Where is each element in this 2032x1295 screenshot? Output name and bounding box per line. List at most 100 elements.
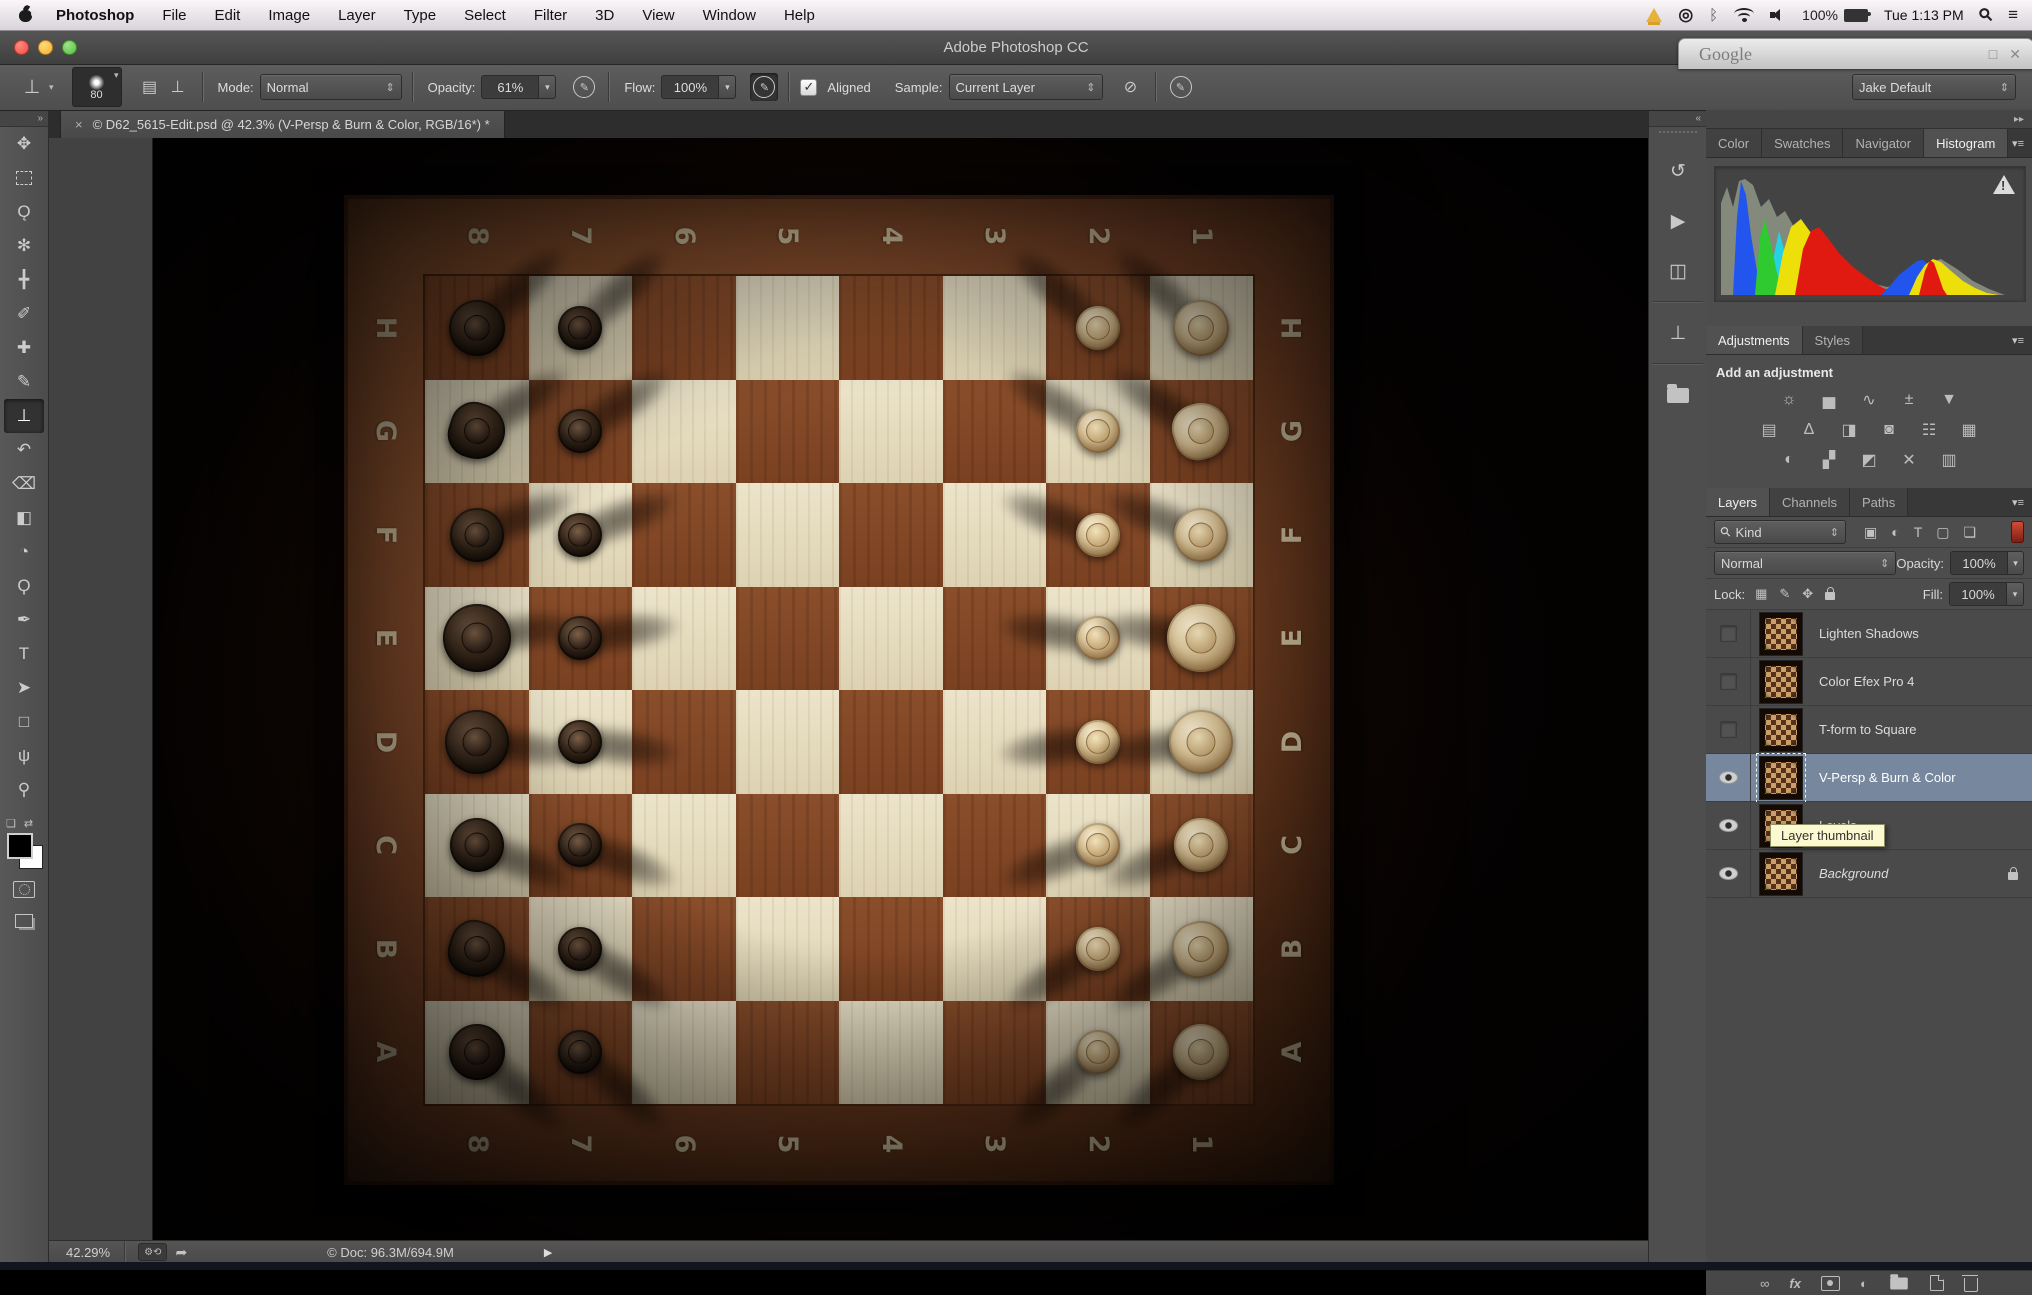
lock-all-icon[interactable] xyxy=(1825,587,1836,600)
path-selection-tool[interactable]: ➤ xyxy=(4,671,44,705)
hue-saturation-icon[interactable]: ▤ xyxy=(1754,418,1784,442)
clone-source-panel-icon[interactable]: ⊥ xyxy=(1658,313,1698,353)
menu-item-help[interactable]: Help xyxy=(770,0,829,30)
foreground-color-swatch[interactable] xyxy=(7,833,33,859)
layer-thumbnail[interactable] xyxy=(1759,611,1803,656)
quick-mask-button[interactable] xyxy=(4,874,44,904)
layer-row-t-form-to-square[interactable]: T-form to Square xyxy=(1706,706,2032,754)
shape-tool[interactable]: □ xyxy=(4,705,44,739)
tab-paths[interactable]: Paths xyxy=(1849,488,1909,516)
zoom-level-field[interactable]: 42.29% xyxy=(48,1245,124,1260)
history-brush-tool[interactable]: ↶ xyxy=(4,433,44,467)
color-lookup-icon[interactable]: ▦ xyxy=(1954,418,1984,442)
exposure-icon[interactable]: ± xyxy=(1894,388,1924,412)
flow-field[interactable]: 100% xyxy=(661,75,720,99)
menu-item-edit[interactable]: Edit xyxy=(201,0,255,30)
close-document-icon[interactable]: × xyxy=(75,117,83,132)
invert-icon[interactable]: ◐ xyxy=(1774,448,1804,472)
channel-mixer-icon[interactable]: ☷ xyxy=(1914,418,1944,442)
layer-visibility-toggle[interactable] xyxy=(1706,754,1751,801)
layer-visibility-toggle[interactable] xyxy=(1706,610,1751,657)
black-white-icon[interactable]: ◨ xyxy=(1834,418,1864,442)
notification-center-icon[interactable]: ≡ xyxy=(2008,5,2018,25)
layer-thumbnail[interactable] xyxy=(1756,752,1806,803)
gradient-map-icon[interactable]: ▥ xyxy=(1934,448,1964,472)
brightness-contrast-icon[interactable]: ☼ xyxy=(1774,388,1804,412)
delete-layer-icon[interactable] xyxy=(1961,1274,1978,1292)
brush-tool[interactable]: ✎ xyxy=(4,365,44,399)
creative-cloud-icon[interactable]: ◎ xyxy=(1678,5,1693,25)
minimize-window-button[interactable] xyxy=(38,39,53,55)
volume-icon[interactable] xyxy=(1770,5,1786,25)
tab-swatches[interactable]: Swatches xyxy=(1762,129,1844,157)
quick-selection-tool[interactable]: ✻ xyxy=(4,229,44,263)
expand-panels-chevrons[interactable]: « xyxy=(1649,110,1707,127)
panel-menu-icon[interactable]: ▾≡ xyxy=(2012,326,2032,354)
layer-row-background[interactable]: Background xyxy=(1706,850,2032,898)
menubar-clock[interactable]: Tue 1:13 PM xyxy=(1884,7,1964,23)
tab-layers[interactable]: Layers xyxy=(1706,488,1771,516)
filter-adjustment-layers-icon[interactable]: ◐ xyxy=(1891,524,1899,540)
layer-row-color-efex-pro-4[interactable]: Color Efex Pro 4 xyxy=(1706,658,2032,706)
pressure-size-icon[interactable]: ✎ xyxy=(1167,73,1195,101)
menu-item-3d[interactable]: 3D xyxy=(581,0,628,30)
lasso-tool[interactable]: Ǫ xyxy=(4,195,44,229)
actions-panel-icon[interactable]: ▶ xyxy=(1658,201,1698,241)
tab-color[interactable]: Color xyxy=(1706,129,1763,157)
status-options-button[interactable]: ⚙⟲ xyxy=(138,1243,168,1261)
selective-color-icon[interactable]: ✕ xyxy=(1894,448,1924,472)
photo-filter-icon[interactable]: ◙ xyxy=(1874,418,1904,442)
move-tool[interactable]: ✥ xyxy=(4,127,44,161)
add-layer-mask-icon[interactable] xyxy=(1820,1275,1840,1291)
tab-adjustments[interactable]: Adjustments xyxy=(1706,326,1803,354)
menu-item-filter[interactable]: Filter xyxy=(520,0,581,30)
panel-menu-icon[interactable]: ▾≡ xyxy=(2012,129,2032,157)
layer-row-v-persp-burn-color[interactable]: V-Persp & Burn & Color xyxy=(1706,752,2032,803)
google-maximize-button[interactable]: □ xyxy=(1989,46,1997,63)
new-group-icon[interactable] xyxy=(1890,1273,1908,1289)
toggle-brush-panel-button[interactable]: ▤ xyxy=(136,73,164,101)
levels-icon[interactable]: ▅ xyxy=(1814,388,1844,412)
filter-type-layers-icon[interactable]: T xyxy=(1914,524,1923,540)
opacity-dropdown-arrow[interactable]: ▾ xyxy=(539,75,557,99)
clone-stamp-tool[interactable]: ⊥ xyxy=(4,399,44,433)
layer-row-lighten-shadows[interactable]: Lighten Shadows xyxy=(1706,610,2032,658)
layer-fill-field[interactable]: 100% xyxy=(1949,582,2007,606)
layer-thumbnail[interactable] xyxy=(1759,707,1803,752)
marquee-tool[interactable] xyxy=(4,161,44,195)
tab-histogram[interactable]: Histogram xyxy=(1924,129,2009,157)
gradient-tool[interactable]: ◧ xyxy=(4,501,44,535)
layer-thumbnail[interactable] xyxy=(1759,659,1803,704)
airbrush-toggle[interactable]: ✎ xyxy=(750,73,779,101)
new-layer-icon[interactable] xyxy=(1929,1275,1944,1291)
google-widget-bar[interactable]: Google □ ✕ xyxy=(1678,38,2032,69)
filter-pixel-layers-icon[interactable]: ▣ xyxy=(1864,524,1877,541)
apple-menu-icon[interactable] xyxy=(16,4,37,25)
layer-visibility-toggle[interactable] xyxy=(1706,658,1751,705)
lock-position-icon[interactable]: ✥ xyxy=(1802,586,1813,602)
properties-panel-icon[interactable]: ◫ xyxy=(1658,251,1698,291)
spotlight-icon[interactable]: ⚲ xyxy=(1974,4,1997,27)
bluetooth-icon[interactable]: ᛒ xyxy=(1709,5,1718,25)
panel-menu-icon[interactable]: ▾≡ xyxy=(2012,488,2032,516)
curves-icon[interactable]: ∿ xyxy=(1854,388,1884,412)
workspace-select[interactable]: Jake Default ⇕ xyxy=(1852,74,2016,100)
status-bar-arrow[interactable]: ▶ xyxy=(544,1246,552,1259)
aligned-checkbox[interactable]: ✓ xyxy=(800,78,818,96)
caffeine-icon[interactable] xyxy=(1646,5,1663,25)
layer-opacity-arrow[interactable]: ▾ xyxy=(2008,551,2024,575)
histogram-warning-icon[interactable] xyxy=(1993,175,2015,194)
wifi-icon[interactable] xyxy=(1734,5,1755,25)
layer-visibility-toggle[interactable] xyxy=(1706,850,1751,897)
eyedropper-tool[interactable]: ✐ xyxy=(4,297,44,331)
menu-item-layer[interactable]: Layer xyxy=(324,0,390,30)
share-icon[interactable]: ➦ xyxy=(175,1244,187,1261)
layer-thumbnail[interactable] xyxy=(1759,851,1803,896)
zoom-tool[interactable]: ⚲ xyxy=(4,773,44,807)
posterize-icon[interactable]: ▞ xyxy=(1814,448,1844,472)
mode-select[interactable]: Normal ⇕ xyxy=(259,74,402,100)
layer-filter-toggle[interactable] xyxy=(2011,521,2024,543)
menu-item-window[interactable]: Window xyxy=(689,0,770,30)
screen-mode-button[interactable] xyxy=(4,906,44,936)
blend-mode-select[interactable]: Normal ⇕ xyxy=(1714,551,1897,575)
